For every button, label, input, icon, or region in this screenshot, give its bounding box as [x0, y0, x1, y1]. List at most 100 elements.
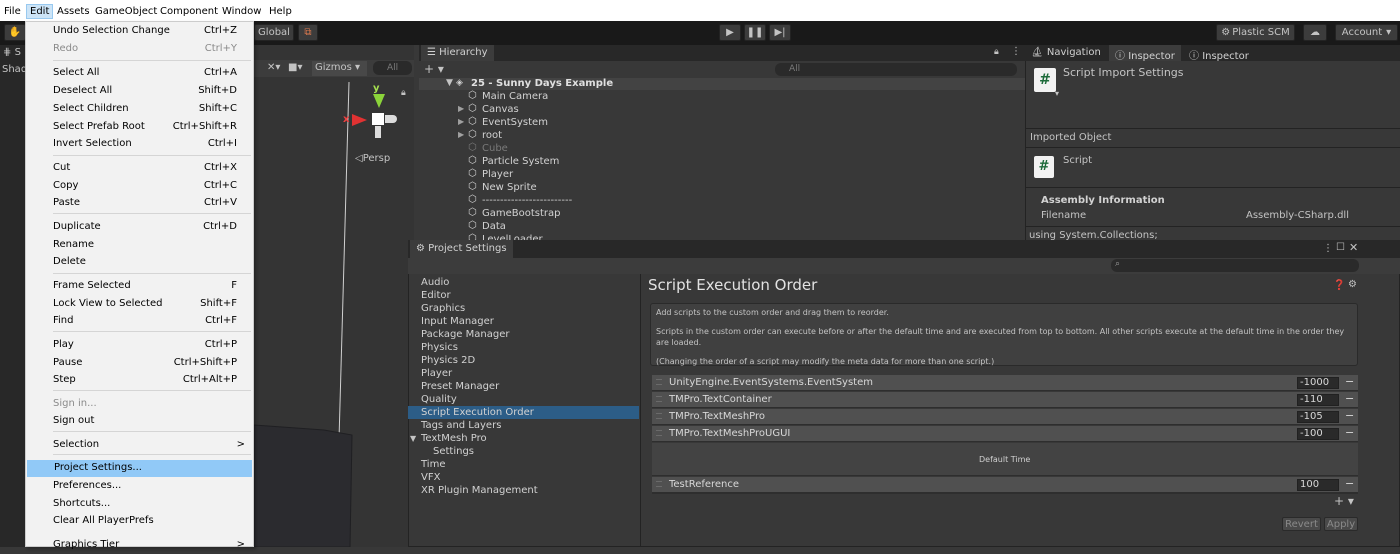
tab-inspector-2[interactable]: ⓘ Inspector [1183, 45, 1255, 62]
expand-arrow-icon[interactable]: ▶ [458, 117, 464, 126]
gizmos-dropdown[interactable]: Gizmos ▾ [312, 61, 367, 76]
remove-script-button[interactable]: − [1345, 392, 1354, 405]
hierarchy-menu-icon[interactable]: ⋮ [1011, 46, 1021, 57]
hierarchy-add-button[interactable]: + ▾ [424, 62, 444, 76]
step-button[interactable]: ▶| [769, 24, 791, 41]
drag-handle-icon[interactable] [656, 413, 662, 419]
menu-item-undo[interactable]: Undo Selection Change Ctrl+Z [26, 23, 253, 40]
scene-gizmo[interactable]: y x 🔒︎ [343, 83, 406, 153]
menu-item-lock-view[interactable]: Lock View to Selected Shift+F [26, 296, 253, 313]
menu-item-select-all[interactable]: Select All Ctrl+A [26, 65, 253, 82]
menu-item-shortcuts[interactable]: Shortcuts... [26, 496, 253, 513]
close-icon[interactable]: ✕ [1349, 241, 1358, 254]
hierarchy-search-input[interactable]: All [775, 63, 1017, 76]
nav-item[interactable]: Package Manager [421, 329, 509, 342]
global-toggle[interactable]: Global [254, 24, 294, 41]
hierarchy-item[interactable]: Data [482, 221, 506, 234]
nav-item[interactable]: Audio [421, 277, 449, 290]
menu-item-graphics-tier[interactable]: Graphics Tier > [26, 537, 253, 554]
nav-item[interactable]: Tags and Layers [421, 420, 501, 433]
chevron-down-icon[interactable]: ▾ [1055, 89, 1059, 98]
execution-order-row[interactable]: UnityEngine.EventSystems.EventSystem -100… [652, 375, 1358, 391]
tab-navigation[interactable]: ⛵︎ Navigation [1025, 45, 1107, 61]
menu-gameobject[interactable]: GameObject [95, 6, 157, 17]
pause-button[interactable]: ❚❚ [744, 24, 766, 41]
menu-item-project-settings[interactable]: Project Settings... [27, 460, 252, 477]
snap-button[interactable]: ⧉ [298, 24, 318, 41]
revert-button[interactable]: Revert [1282, 517, 1321, 531]
tab-inspector-1[interactable]: ⓘ Inspector [1109, 45, 1181, 62]
maximize-icon[interactable]: ☐ [1336, 242, 1345, 253]
plastic-scm-button[interactable]: ⚙ Plastic SCM [1216, 24, 1295, 41]
nav-item[interactable]: Physics [421, 342, 458, 355]
nav-item[interactable]: Quality [421, 394, 457, 407]
hierarchy-item[interactable]: Canvas [482, 104, 519, 117]
hierarchy-lock-icon[interactable]: 🔒︎ [994, 47, 999, 57]
remove-script-button[interactable]: − [1345, 426, 1354, 439]
menu-item-delete[interactable]: Delete [26, 254, 253, 271]
hierarchy-item[interactable]: ------------------------- [482, 195, 572, 208]
menu-help[interactable]: Help [269, 6, 292, 17]
shading-label[interactable]: Shad [2, 64, 27, 75]
help-icon[interactable]: ❓ [1333, 280, 1345, 291]
scene-tab[interactable]: ⋕ S [3, 47, 21, 58]
menu-item-redo[interactable]: Redo Ctrl+Y [26, 41, 253, 58]
window-menu-icon[interactable]: ⋮ [1323, 243, 1333, 254]
account-dropdown[interactable]: Account ▾ [1335, 24, 1398, 41]
order-value-field[interactable]: -110 [1297, 394, 1339, 406]
order-value-field[interactable]: -105 [1297, 411, 1339, 423]
menu-item-frame-selected[interactable]: Frame Selected F [26, 278, 253, 295]
drag-handle-icon[interactable] [656, 396, 662, 402]
expand-arrow-icon[interactable]: ▼ [446, 78, 453, 88]
hierarchy-item[interactable]: New Sprite [482, 182, 537, 195]
nav-item[interactable]: Script Execution Order [421, 407, 534, 420]
menu-item-preferences[interactable]: Preferences... [26, 478, 253, 495]
nav-item[interactable]: Time [421, 459, 445, 472]
hierarchy-item[interactable]: GameBootstrap [482, 208, 561, 221]
remove-script-button[interactable]: − [1345, 477, 1354, 490]
nav-item[interactable]: Graphics [421, 303, 465, 316]
menu-item-select-prefab-root[interactable]: Select Prefab Root Ctrl+Shift+R [26, 119, 253, 136]
hand-tool-button[interactable]: ✋ [4, 24, 26, 41]
remove-script-button[interactable]: − [1345, 409, 1354, 422]
tab-hierarchy[interactable]: ☰ Hierarchy [421, 45, 494, 61]
menu-item-step[interactable]: Step Ctrl+Alt+P [26, 372, 253, 389]
apply-button[interactable]: Apply [1324, 517, 1358, 531]
menu-item-duplicate[interactable]: Duplicate Ctrl+D [26, 219, 253, 236]
menu-item-deselect-all[interactable]: Deselect All Shift+D [26, 83, 253, 100]
hierarchy-item[interactable]: EventSystem [482, 117, 548, 130]
menu-item-paste[interactable]: Paste Ctrl+V [26, 195, 253, 212]
menu-item-find[interactable]: Find Ctrl+F [26, 313, 253, 330]
tab-project-settings[interactable]: ⚙ Project Settings [410, 240, 513, 258]
nav-item[interactable]: TextMesh Pro [421, 433, 487, 446]
menu-item-sign-out[interactable]: Sign out [26, 413, 253, 430]
hierarchy-item[interactable]: Main Camera [482, 91, 548, 104]
hierarchy-scene-row[interactable]: ▼ ◈ 25 - Sunny Days Example [419, 78, 1025, 90]
settings-gear-icon[interactable]: ⚙ [1348, 279, 1357, 290]
tools-icon[interactable]: ✕▾ [267, 62, 280, 73]
drag-handle-icon[interactable] [656, 481, 662, 487]
expand-arrow-icon[interactable]: ▼ [410, 434, 416, 443]
menu-item-rename[interactable]: Rename [26, 237, 253, 254]
play-button[interactable]: ▶ [719, 24, 741, 41]
hierarchy-item[interactable]: Particle System [482, 156, 559, 169]
persp-label[interactable]: ◁Persp [355, 153, 390, 164]
nav-item[interactable]: Input Manager [421, 316, 494, 329]
camera-icon[interactable]: ■▾ [288, 62, 302, 73]
menu-item-clear-playerprefs[interactable]: Clear All PlayerPrefs [26, 513, 253, 530]
expand-arrow-icon[interactable]: ▶ [458, 104, 464, 113]
menu-item-selection[interactable]: Selection > [26, 437, 253, 454]
menu-item-select-children[interactable]: Select Children Shift+C [26, 101, 253, 118]
nav-item[interactable]: Preset Manager [421, 381, 499, 394]
menu-edit[interactable]: Edit [26, 4, 54, 19]
project-settings-search-input[interactable]: ⌕ [1111, 259, 1359, 272]
nav-item[interactable]: Editor [421, 290, 451, 303]
add-script-button[interactable]: + ▾ [1334, 494, 1354, 508]
drag-handle-icon[interactable] [656, 379, 662, 385]
menu-item-pause[interactable]: Pause Ctrl+Shift+P [26, 355, 253, 372]
menu-item-sign-in[interactable]: Sign in... [26, 396, 253, 413]
execution-order-row[interactable]: TMPro.TextMeshPro -105− [652, 409, 1358, 425]
order-value-field[interactable]: -100 [1297, 428, 1339, 440]
nav-item[interactable]: Player [421, 368, 452, 381]
nav-item[interactable]: XR Plugin Management [421, 485, 538, 498]
